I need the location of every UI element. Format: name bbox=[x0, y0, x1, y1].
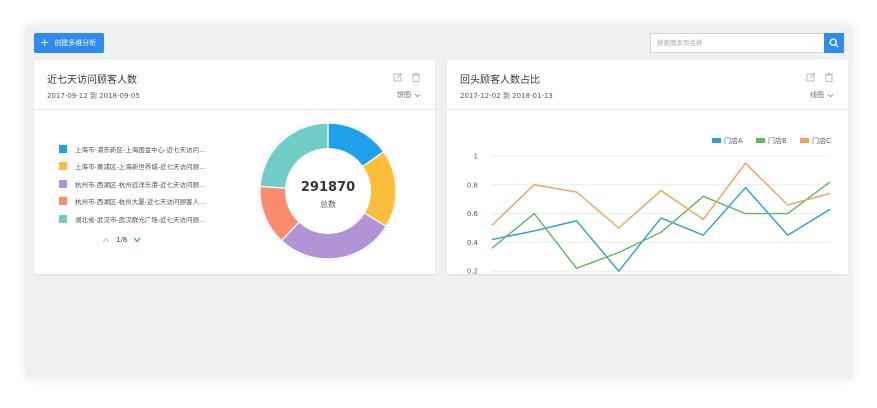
legend-label: 湖北省-武汉市-武汉群光广场-近七天访问顾... bbox=[75, 215, 206, 224]
card-actions bbox=[806, 72, 834, 82]
date-separator: 到 bbox=[89, 92, 97, 100]
edit-icon[interactable] bbox=[393, 72, 403, 82]
legend-item[interactable]: 杭州市-西湖区-杭州远洋乐港-近七天访问顾... bbox=[59, 175, 205, 193]
date-start: 2017-09-12 bbox=[47, 92, 88, 100]
legend-swatch bbox=[59, 162, 67, 171]
visitors-card: 近七天访问顾客人数 2017-09-12 到 2018-09-05 饼图 上海市… bbox=[34, 60, 435, 274]
donut-total-value: 291870 bbox=[301, 180, 355, 195]
card-actions bbox=[393, 72, 421, 82]
create-analysis-button[interactable]: + 创建多维分析 bbox=[34, 33, 105, 53]
delete-icon[interactable] bbox=[411, 72, 421, 82]
plus-icon: + bbox=[40, 36, 50, 49]
chart-type-dropdown[interactable]: 饼图 bbox=[397, 90, 421, 100]
legend-swatch bbox=[800, 138, 809, 143]
chevron-down-icon bbox=[414, 93, 421, 97]
legend-label: 上海市-黄浦区-上海新世界城-近七天访问顾... bbox=[75, 163, 206, 172]
date-separator: 到 bbox=[502, 92, 510, 100]
y-tick-label: 0.4 bbox=[467, 239, 479, 247]
legend-label: 上海市-浦东新区-上海国金中心-近七天访问... bbox=[75, 145, 206, 154]
chevron-down-icon bbox=[827, 93, 834, 97]
card-title: 近七天访问顾客人数 bbox=[47, 75, 137, 86]
donut-chart: 291870 总数 bbox=[258, 121, 398, 261]
date-end: 2018-09-05 bbox=[99, 92, 140, 100]
date-end: 2018-01-13 bbox=[512, 92, 553, 100]
legend-item[interactable]: 上海市-黄浦区-上海新世界城-近七天访问顾... bbox=[59, 158, 205, 176]
legend-swatch bbox=[756, 138, 765, 143]
search-box: 搜索图表页名称 bbox=[650, 33, 844, 53]
create-analysis-label: 创建多维分析 bbox=[54, 39, 97, 47]
legend-item[interactable]: 湖北省-武汉市-武汉群光广场-近七天访问顾... bbox=[59, 210, 205, 228]
chevron-down-icon[interactable] bbox=[133, 237, 141, 243]
toolbar: + 创建多维分析 搜索图表页名称 bbox=[34, 33, 844, 55]
legend-label[interactable]: 门店C bbox=[812, 136, 831, 145]
returning-card: 回头顾客人数占比 2017-12-02 到 2018-01-13 线图 门店A 门… bbox=[447, 60, 848, 274]
date-range: 2017-09-12 到 2018-09-05 bbox=[47, 91, 140, 101]
y-tick-label: 0.8 bbox=[467, 181, 478, 189]
date-range: 2017-12-02 到 2018-01-13 bbox=[460, 91, 553, 101]
legend-pager: 1/8 bbox=[102, 236, 141, 244]
card-title: 回头顾客人数占比 bbox=[460, 75, 540, 86]
series-line[interactable] bbox=[491, 186, 831, 273]
search-button[interactable] bbox=[824, 33, 844, 53]
legend-label: 杭州市-西湖区-杭州大厦-近七天访问顾客人... bbox=[75, 198, 206, 207]
y-tick-label: 1 bbox=[474, 153, 478, 161]
card-divider bbox=[34, 109, 435, 110]
legend-swatch bbox=[59, 214, 67, 223]
chart-type-dropdown[interactable]: 线图 bbox=[810, 90, 834, 100]
date-start: 2017-12-02 bbox=[460, 92, 501, 100]
y-tick-label: 0.2 bbox=[467, 268, 478, 274]
legend-label: 杭州市-西湖区-杭州远洋乐港-近七天访问顾... bbox=[75, 180, 206, 189]
legend-label[interactable]: 门店B bbox=[768, 136, 787, 145]
delete-icon[interactable] bbox=[824, 72, 834, 82]
search-icon bbox=[829, 38, 839, 48]
dashboard-frame: + 创建多维分析 搜索图表页名称 近七天访问顾客人数 2017-09-12 到 … bbox=[26, 26, 852, 378]
legend-swatch bbox=[59, 144, 67, 153]
page-indicator: 1/8 bbox=[116, 236, 128, 244]
edit-icon[interactable] bbox=[806, 72, 816, 82]
chart-type-label: 饼图 bbox=[397, 91, 411, 99]
search-input[interactable]: 搜索图表页名称 bbox=[650, 33, 824, 53]
donut-total-label: 总数 bbox=[320, 199, 336, 209]
chart-type-label: 线图 bbox=[810, 91, 824, 99]
line-chart: 门店A门店B门店C 00.20.40.60.81 12-0212-0912-16… bbox=[467, 136, 831, 274]
legend-item[interactable]: 上海市-浦东新区-上海国金中心-近七天访问... bbox=[59, 140, 205, 158]
pie-legend: 上海市-浦东新区-上海国金中心-近七天访问... 上海市-黄浦区-上海新世界城-… bbox=[59, 140, 205, 228]
legend-swatch bbox=[59, 179, 67, 188]
legend-swatch bbox=[59, 197, 67, 206]
y-tick-label: 0.6 bbox=[467, 210, 479, 218]
legend-swatch bbox=[712, 138, 721, 143]
legend-item[interactable]: 杭州市-西湖区-杭州大厦-近七天访问顾客人... bbox=[59, 193, 205, 211]
chevron-up-icon[interactable] bbox=[102, 237, 110, 243]
legend-label[interactable]: 门店A bbox=[724, 136, 743, 145]
